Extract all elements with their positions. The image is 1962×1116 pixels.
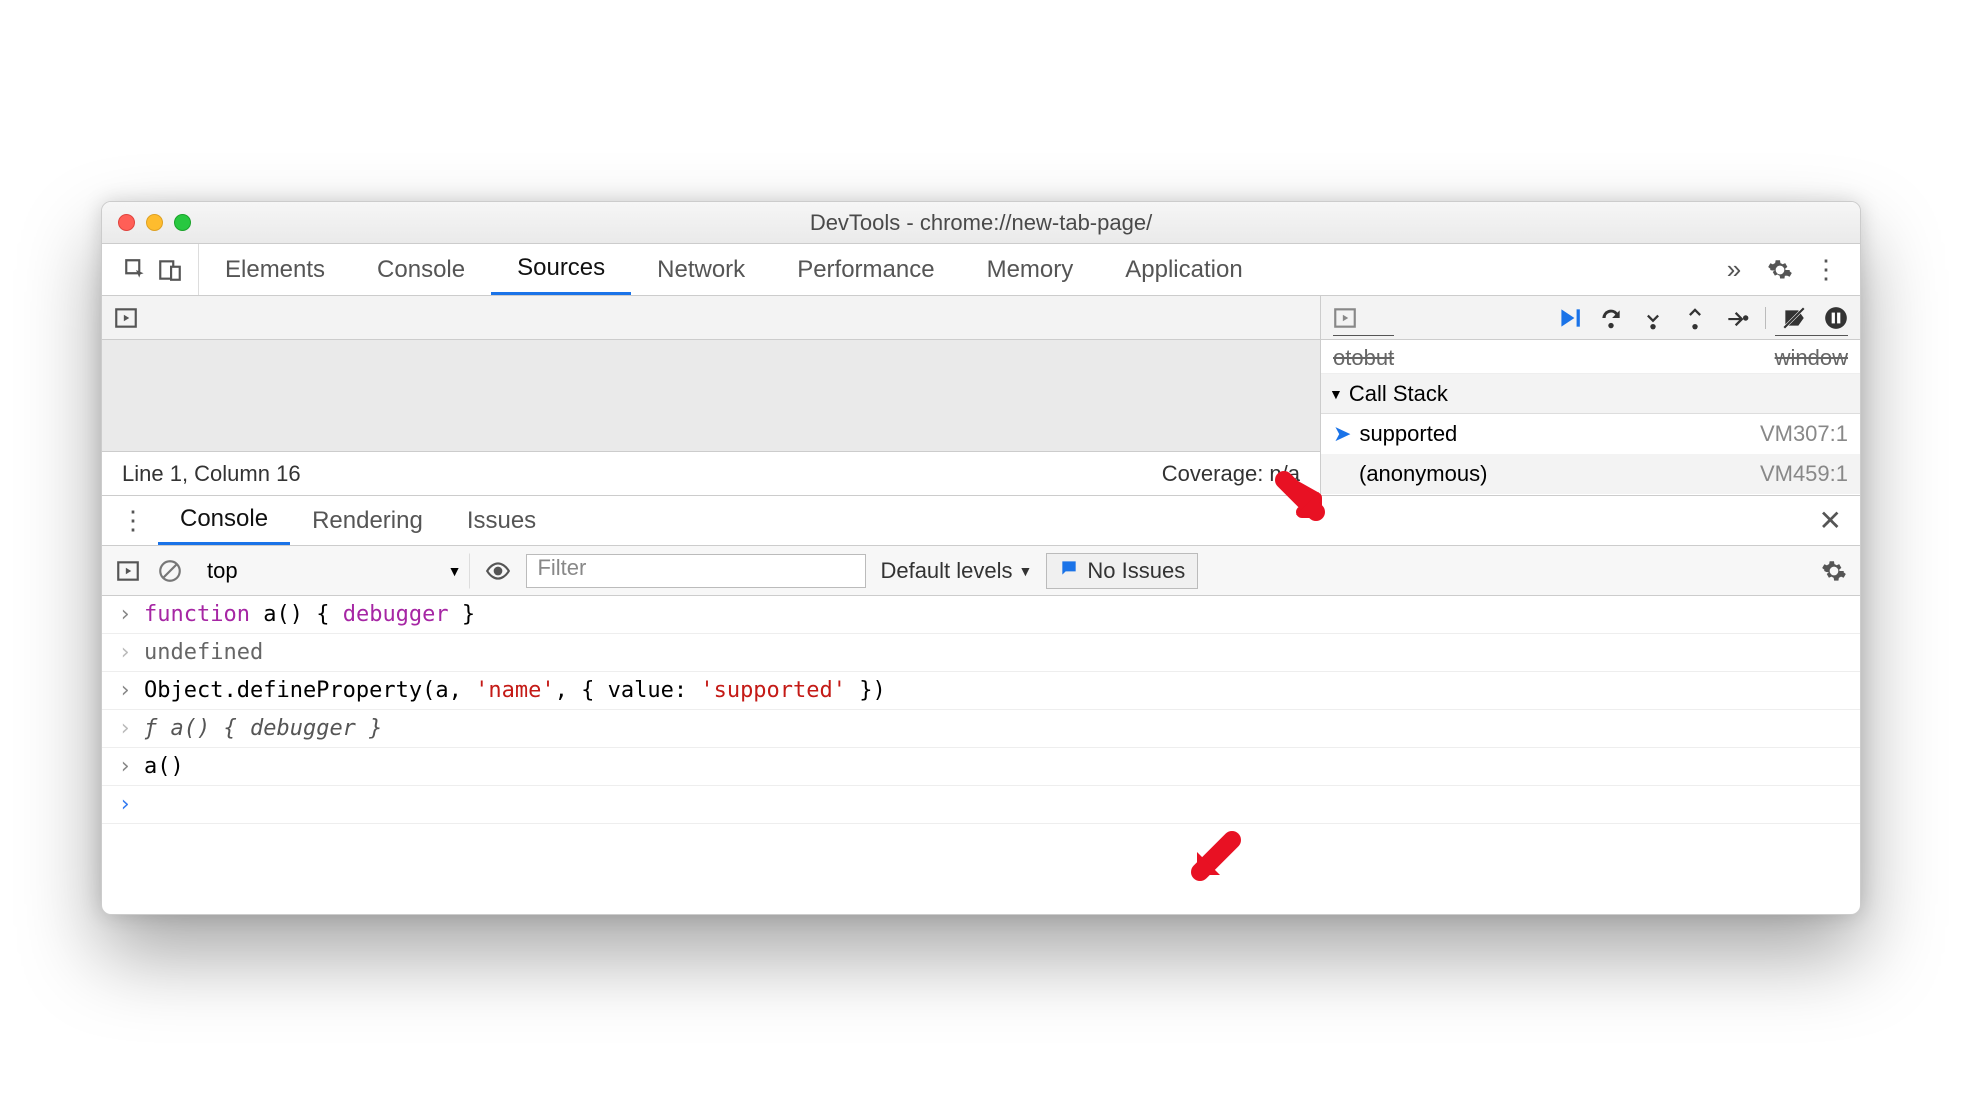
console-settings-icon[interactable] — [1820, 557, 1848, 585]
devtools-window: DevTools - chrome://new-tab-page/ Elemen… — [101, 201, 1861, 915]
resume-script-icon[interactable] — [1555, 304, 1583, 332]
main-tabs: ElementsConsoleSourcesNetworkPerformance… — [199, 244, 1269, 295]
titlebar: DevTools - chrome://new-tab-page/ — [102, 202, 1860, 244]
call-stack-frame[interactable]: ➤ supported VM307:1 — [1321, 414, 1860, 454]
step-icon[interactable] — [1723, 304, 1751, 332]
sources-panel: Line 1, Column 16 Coverage: n/a — [102, 296, 1860, 496]
input-marker-icon: › — [116, 678, 134, 703]
tab-sources[interactable]: Sources — [491, 244, 631, 295]
frame-location: VM459:1 — [1760, 461, 1848, 487]
console-toolbar: top ▼ Filter Default levels ▼ No Issues — [102, 546, 1860, 596]
log-levels-label: Default levels — [880, 558, 1012, 584]
step-over-icon[interactable] — [1597, 304, 1625, 332]
output-marker-icon: ‹ — [116, 640, 134, 665]
live-expression-icon[interactable] — [484, 557, 512, 585]
pause-on-exceptions-icon[interactable] — [1822, 304, 1850, 332]
console-filter-input[interactable]: Filter — [526, 554, 866, 588]
drawer-tab-rendering[interactable]: Rendering — [290, 496, 445, 545]
scope-row-partial: otobut window — [1321, 340, 1860, 374]
current-frame-arrow-icon: ➤ — [1333, 421, 1351, 447]
prompt-marker-icon: › — [116, 792, 134, 817]
close-drawer-icon[interactable]: ✕ — [1819, 504, 1860, 537]
console-line: › a() — [102, 748, 1860, 786]
device-toolbar-icon[interactable] — [156, 256, 184, 284]
console-line: › Object.defineProperty(a, 'name', { valu… — [102, 672, 1860, 710]
console-sidebar-toggle-icon[interactable] — [114, 557, 142, 585]
debugger-toolbar — [1321, 296, 1860, 340]
frame-name: supported — [1359, 421, 1457, 447]
console-line: › function a() { debugger } — [102, 596, 1860, 634]
issues-chip[interactable]: No Issues — [1046, 553, 1198, 589]
drawer-tab-bar: ⋮ ConsoleRenderingIssues ✕ — [102, 496, 1860, 546]
chat-icon — [1059, 558, 1079, 584]
console-line-content: Object.defineProperty(a, 'name', { value… — [144, 678, 886, 703]
cursor-position: Line 1, Column 16 — [122, 461, 301, 487]
tab-network[interactable]: Network — [631, 244, 771, 295]
console-line: › — [102, 786, 1860, 824]
disclosure-triangle-icon: ▼ — [1329, 386, 1343, 402]
code-editor-area[interactable] — [102, 340, 1320, 451]
issues-label: No Issues — [1087, 558, 1185, 584]
console-line: ‹ ƒ a() { debugger } — [102, 710, 1860, 748]
frame-name: (anonymous) — [1359, 461, 1487, 487]
sources-editor: Line 1, Column 16 Coverage: n/a — [102, 296, 1320, 495]
main-tab-bar: ElementsConsoleSourcesNetworkPerformance… — [102, 244, 1860, 296]
output-marker-icon: ‹ — [116, 716, 134, 741]
clear-console-icon[interactable] — [156, 557, 184, 585]
call-stack-title: Call Stack — [1349, 381, 1448, 407]
console-line-content: a() — [144, 754, 184, 779]
input-marker-icon: › — [116, 602, 134, 627]
inspect-element-icon[interactable] — [122, 256, 150, 284]
tab-elements[interactable]: Elements — [199, 244, 351, 295]
editor-status-bar: Line 1, Column 16 Coverage: n/a — [102, 451, 1320, 495]
console-line-content: function a() { debugger } — [144, 602, 475, 627]
chevron-down-icon: ▼ — [448, 563, 462, 579]
tab-performance[interactable]: Performance — [771, 244, 960, 295]
drawer-tab-issues[interactable]: Issues — [445, 496, 558, 545]
deactivate-breakpoints-icon[interactable] — [1780, 304, 1808, 332]
more-tabs-button[interactable]: » — [1720, 256, 1748, 284]
step-out-icon[interactable] — [1681, 304, 1709, 332]
debugger-sidebar: otobut window ▼ Call Stack ➤ supported VM3… — [1320, 296, 1860, 495]
console-line-content: undefined — [144, 640, 263, 665]
drawer-menu-icon[interactable]: ⋮ — [108, 505, 158, 536]
console-output[interactable]: › function a() { debugger } ‹ undefined › Obj… — [102, 596, 1860, 824]
tab-application[interactable]: Application — [1099, 244, 1268, 295]
input-marker-icon: › — [116, 754, 134, 779]
step-into-icon[interactable] — [1639, 304, 1667, 332]
chevron-down-icon: ▼ — [1019, 563, 1033, 579]
window-title: DevTools - chrome://new-tab-page/ — [102, 210, 1860, 236]
execution-context-label: top — [207, 558, 238, 584]
toggle-debugger-sidebar-icon[interactable] — [1331, 304, 1359, 332]
call-stack-frame[interactable]: (anonymous) VM459:1 — [1321, 454, 1860, 494]
show-navigator-icon[interactable] — [112, 304, 140, 332]
tab-memory[interactable]: Memory — [961, 244, 1100, 295]
tab-console[interactable]: Console — [351, 244, 491, 295]
execution-context-selector[interactable]: top ▼ — [198, 553, 470, 589]
console-line-content: ƒ a() { debugger } — [144, 716, 382, 741]
log-levels-selector[interactable]: Default levels ▼ — [880, 558, 1032, 584]
console-line: ‹ undefined — [102, 634, 1860, 672]
kebab-menu-icon[interactable]: ⋮ — [1812, 256, 1840, 284]
coverage-status: Coverage: n/a — [1162, 461, 1300, 487]
frame-location: VM307:1 — [1760, 421, 1848, 447]
settings-icon[interactable] — [1766, 256, 1794, 284]
call-stack-header[interactable]: ▼ Call Stack — [1321, 374, 1860, 414]
drawer-tab-console[interactable]: Console — [158, 496, 290, 545]
